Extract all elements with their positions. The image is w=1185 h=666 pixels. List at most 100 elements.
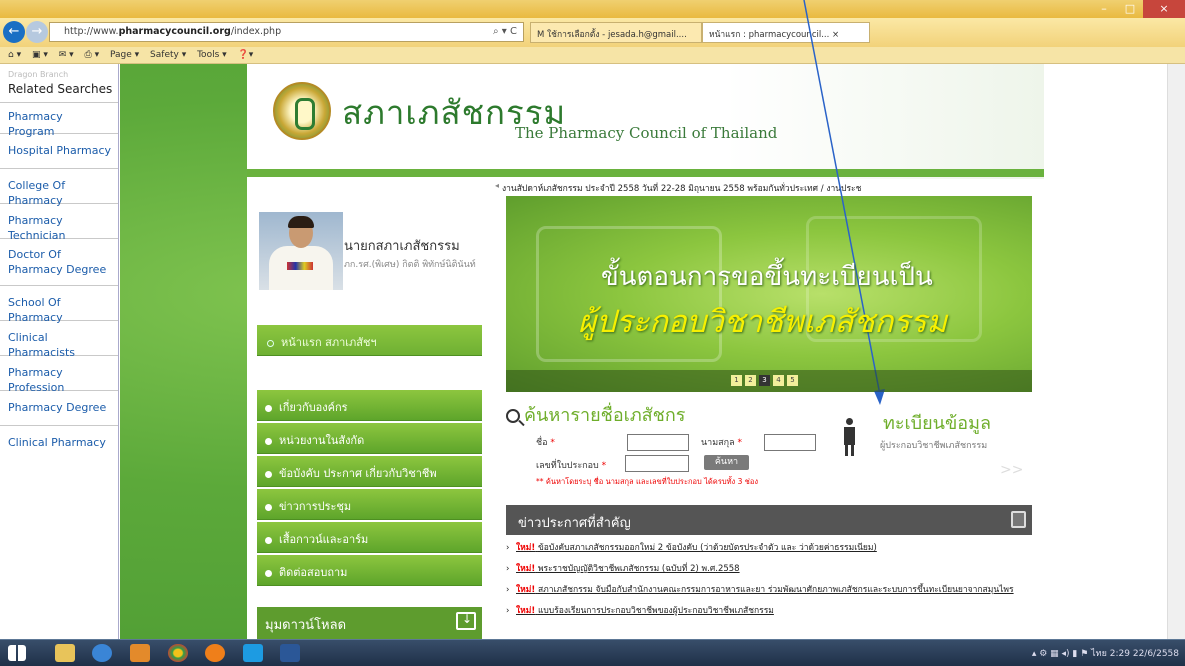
home-icon[interactable]: ⌂ ▾ <box>8 50 21 60</box>
menu-gowns[interactable]: เสื้อกาวน์และอาร์ม <box>257 522 482 553</box>
menu-contact[interactable]: ติดต่อสอบถาม <box>257 555 482 586</box>
new-badge: ใหม่! <box>516 585 536 595</box>
file-explorer-icon[interactable] <box>55 644 75 662</box>
pager-2[interactable]: 2 <box>745 375 756 386</box>
news-item[interactable]: ใหม่! ข้อบังคับสภาเภสัชกรรมออกใหม่ 2 ข้อ… <box>506 542 1036 555</box>
required-mark: * <box>550 438 555 448</box>
registration-arrow: >> <box>1000 462 1024 478</box>
label-name: ชื่อ * <box>536 435 555 449</box>
maximize-button[interactable]: □ <box>1117 0 1143 18</box>
news-item-text: สภาเภสัชกรรม จับมือกับสำนักงานคณะกรรมการ… <box>537 585 1014 595</box>
license-input[interactable] <box>625 455 689 472</box>
internet-explorer-icon[interactable] <box>92 644 112 662</box>
president-title: นายกสภาเภสัชกรรม <box>344 239 460 254</box>
registration-subtitle: ผู้ประกอบวิชาชีพเภสัชกรรม <box>880 441 988 451</box>
forward-icon[interactable]: → <box>26 21 48 43</box>
news-item[interactable]: ใหม่! พระราชบัญญัติวิชาชีพเภสัชกรรม (ฉบั… <box>506 563 1036 576</box>
sidebar-item-clinical-pharmacists[interactable]: Clinical Pharmacists <box>0 320 118 359</box>
minimize-button[interactable]: – <box>1091 0 1117 18</box>
windows-start-icon[interactable] <box>8 645 26 661</box>
search-button[interactable]: ค้นหา <box>704 455 749 470</box>
tab-pharmacycouncil[interactable]: หน้าแรก : pharmacycouncil... × <box>702 22 870 43</box>
app-icon[interactable] <box>130 644 150 662</box>
brand-english: The Pharmacy Council of Thailand <box>515 124 778 142</box>
bullet-icon <box>265 404 272 412</box>
news-item-text: พระราชบัญญัติวิชาชีพเภสัชกรรม (ฉบับที่ 2… <box>537 564 740 574</box>
command-bar: ⌂ ▾ ▣ ▾ ✉ ▾ ⎙ ▾ Page ▾ Safety ▾ Tools ▾ … <box>0 47 1185 64</box>
language-indicator[interactable]: ไทย <box>1091 649 1107 659</box>
menu-about-label: เกี่ยวกับองค์กร <box>279 401 348 414</box>
news-item[interactable]: ใหม่! แบบร้องเรียนการประกอบวิชาชีพของผู้… <box>506 605 1036 618</box>
menu-gowns-label: เสื้อกาวน์และอาร์ม <box>279 533 369 546</box>
feeds-icon[interactable]: ▣ ▾ <box>32 50 48 60</box>
page-scrollbar[interactable] <box>1167 64 1185 639</box>
president-photo <box>259 212 343 290</box>
url-domain: pharmacycouncil.org <box>118 26 231 37</box>
news-item-text: ข้อบังคับสภาเภสัชกรรมออกใหม่ 2 ข้อบังคับ… <box>537 543 877 553</box>
mail-icon[interactable]: ✉ ▾ <box>59 50 74 60</box>
sidebar-item-college-of-pharmacy[interactable]: College Of Pharmacy <box>0 168 118 207</box>
sidebar-item-pharmacy-program[interactable]: Pharmacy Program <box>0 102 118 138</box>
label-license: เลขที่ใบประกอบ * <box>536 458 606 472</box>
window-title-bar: – □ × <box>0 0 1185 18</box>
downloads-header[interactable]: มุมดาวน์โหลด <box>257 607 482 639</box>
address-bar[interactable]: http://www.pharmacycouncil.org/index.php… <box>49 22 524 42</box>
sidebar-item-doctor-of-pharmacy[interactable]: Doctor Of Pharmacy Degree <box>0 238 118 285</box>
new-badge: ใหม่! <box>516 564 536 574</box>
menu-about[interactable]: เกี่ยวกับองค์กร <box>257 390 482 421</box>
registration-box[interactable]: ทะเบียนข้อมูล ผู้ประกอบวิชาชีพเภสัชกรรม … <box>835 400 1032 500</box>
menu-home[interactable]: หน้าแรก สภาเภสัชฯ <box>257 325 482 356</box>
system-tray: ▴ ⚙ ▦ ◂) ▮ ⚑ ไทย 2:29 22/6/2558 <box>1032 646 1179 660</box>
clock-time[interactable]: 2:29 <box>1110 649 1130 659</box>
page-menu[interactable]: Page ▾ <box>110 50 139 60</box>
tray-icons[interactable]: ▴ ⚙ ▦ ◂) ▮ ⚑ <box>1032 649 1088 659</box>
label-license-text: เลขที่ใบประกอบ <box>536 461 599 471</box>
site-header: สภาเภสัชกรรม The Pharmacy Council of Tha… <box>247 64 1044 179</box>
address-toolbar: ← → http://www.pharmacycouncil.org/index… <box>0 18 1185 47</box>
pager-4[interactable]: 4 <box>773 375 784 386</box>
sidebar-item-pharmacy-profession[interactable]: Pharmacy Profession <box>0 355 118 394</box>
tab-gmail[interactable]: M ใช้การเลือกตั้ง - jesada.h@gmail.... <box>530 22 702 43</box>
council-logo[interactable] <box>273 82 331 140</box>
bullet-icon <box>265 470 272 478</box>
bullet-icon <box>265 437 272 445</box>
surname-input[interactable] <box>764 434 816 451</box>
download-icon <box>456 612 476 630</box>
sidebar-item-pharmacy-technician[interactable]: Pharmacy Technician <box>0 203 118 242</box>
help-icon[interactable]: ❓▾ <box>238 50 254 60</box>
address-tools[interactable]: ⌕ ▾ C <box>493 26 517 37</box>
pager-3[interactable]: 3 <box>759 375 770 386</box>
ticker-arrow-icon: ◂ <box>495 181 500 190</box>
sidebar-item-clinical-pharmacy[interactable]: Clinical Pharmacy <box>0 425 118 460</box>
print-icon[interactable]: ⎙ ▾ <box>85 50 100 60</box>
tools-menu[interactable]: Tools ▾ <box>197 50 227 60</box>
back-icon[interactable]: ← <box>3 21 25 43</box>
hero-banner[interactable]: ขั้นตอนการขอขึ้นทะเบียนเป็น ผู้ประกอบวิช… <box>506 196 1032 392</box>
chrome-icon[interactable] <box>168 644 188 662</box>
menu-meetings-label: ข่าวการประชุม <box>279 500 352 513</box>
clock-date[interactable]: 22/6/2558 <box>1133 649 1179 659</box>
news-item-text: แบบร้องเรียนการประกอบวิชาชีพของผู้ประกอบ… <box>537 606 774 616</box>
menu-meetings[interactable]: ข่าวการประชุม <box>257 489 482 520</box>
menu-units[interactable]: หน่วยงานในสังกัด <box>257 423 482 454</box>
skype-icon[interactable] <box>243 644 263 662</box>
pager-5[interactable]: 5 <box>787 375 798 386</box>
name-input[interactable] <box>627 434 689 451</box>
safety-menu[interactable]: Safety ▾ <box>150 50 186 60</box>
news-ticker[interactable]: งานสัปดาห์เภสัชกรรม ประจำปี 2558 วันที่ … <box>502 179 1042 193</box>
person-icon <box>843 418 855 456</box>
search-title: ค้นหารายชื่อเภสัชกร <box>506 400 685 429</box>
window-controls: – □ × <box>1091 0 1185 18</box>
news-item[interactable]: ใหม่! สภาเภสัชกรรม จับมือกับสำนักงานคณะก… <box>506 584 1036 597</box>
firefox-icon[interactable] <box>205 644 225 662</box>
new-badge: ใหม่! <box>516 543 536 553</box>
sidebar-item-school-of-pharmacy[interactable]: School Of Pharmacy <box>0 285 118 324</box>
banner-line2: ผู้ประกอบวิชาชีพเภสัชกรรม <box>578 304 948 340</box>
sidebar-item-pharmacy-degree[interactable]: Pharmacy Degree <box>0 390 118 425</box>
word-icon[interactable] <box>280 644 300 662</box>
close-button[interactable]: × <box>1143 0 1185 18</box>
page-right-margin <box>1044 64 1185 639</box>
menu-regulations[interactable]: ข้อบังคับ ประกาศ เกี่ยวกับวิชาชีพ <box>257 456 482 487</box>
pager-1[interactable]: 1 <box>731 375 742 386</box>
new-badge: ใหม่! <box>516 606 536 616</box>
